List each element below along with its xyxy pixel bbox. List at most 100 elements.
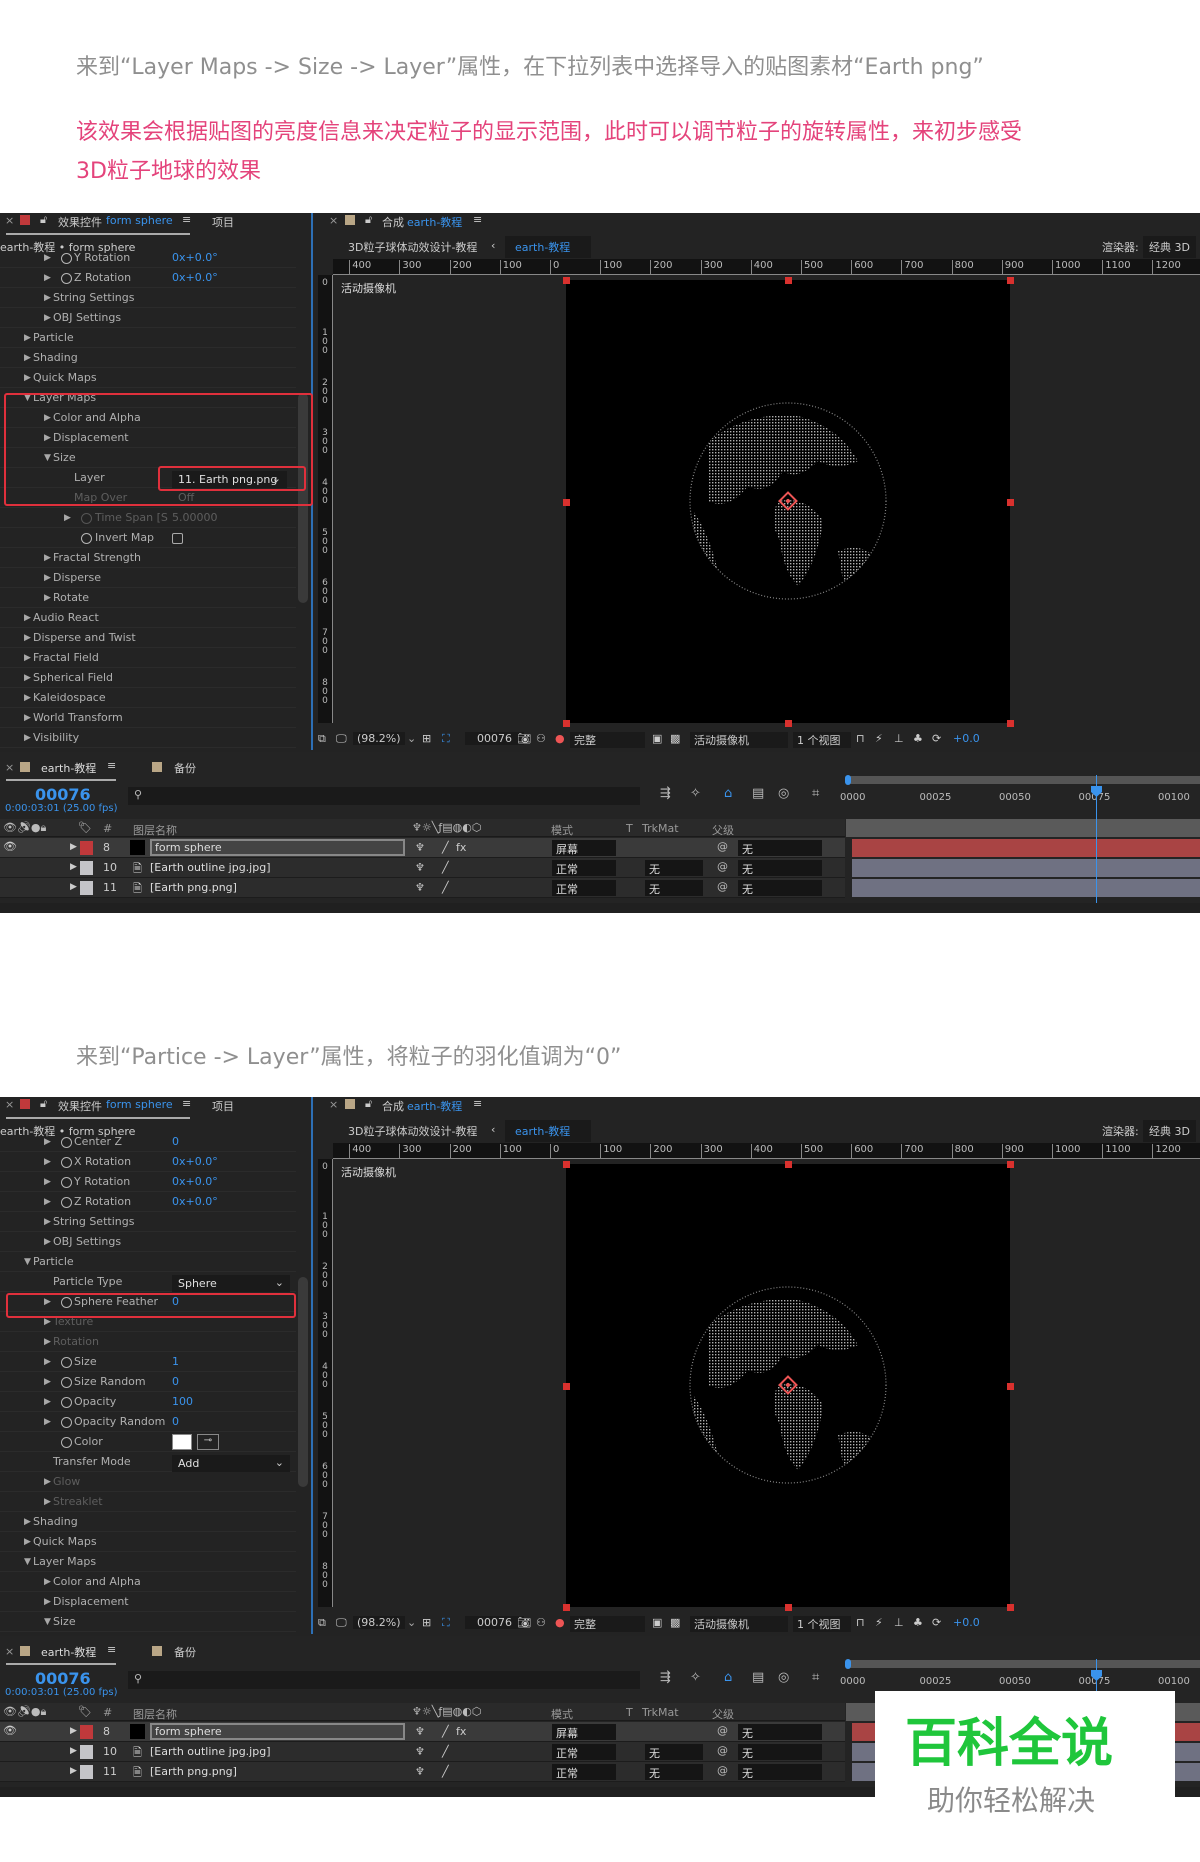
effect-row-displacement[interactable]: ▶ Displacement <box>0 1592 296 1612</box>
layer-bounds-handle[interactable] <box>1007 1161 1014 1168</box>
effect-row-z-rotation[interactable]: ▶ Z Rotation 0x+0.0° <box>0 268 296 288</box>
motion-blur-icon[interactable]: ◎ <box>778 1670 789 1685</box>
effect-row-spherical-field[interactable]: ▶ Spherical Field <box>0 668 296 688</box>
comp-tab-name[interactable]: earth-教程 <box>407 1098 462 1114</box>
shy-switch-icon[interactable]: ♆ <box>415 881 425 894</box>
effect-row-fractal-strength[interactable]: ▶ Fractal Strength <box>0 548 296 568</box>
shy-switch-icon[interactable]: ♆ <box>415 1765 425 1778</box>
disclosure-right-icon[interactable]: ▶ <box>44 1497 51 1507</box>
exposure-value[interactable]: +0.0 <box>953 732 980 745</box>
layer-duration-bar[interactable] <box>852 839 1200 857</box>
effect-row-particle[interactable]: ▼ Particle <box>0 1252 296 1272</box>
effect-row-center-z[interactable]: ▶ Center Z 0 <box>0 1137 296 1152</box>
breadcrumb-back-icon[interactable]: ‹ <box>491 239 495 252</box>
effect-row-audio-react[interactable]: ▶ Audio React <box>0 608 296 628</box>
panel-menu-icon[interactable]: ≡ <box>182 1097 191 1110</box>
transparency-grid-icon[interactable]: ▩ <box>670 1616 680 1629</box>
layer-bounds-handle[interactable] <box>1007 720 1014 727</box>
trkmat-dropdown[interactable]: 无 <box>645 1764 703 1780</box>
expand-layer-icon[interactable]: ▶ <box>70 862 77 872</box>
reset-exposure-icon[interactable]: ⟳ <box>932 732 941 745</box>
layer-bounds-handle[interactable] <box>563 1382 570 1390</box>
view-layout-dropdown[interactable]: 1 个视图 <box>793 1616 851 1632</box>
layer-bounds-handle[interactable] <box>563 720 570 727</box>
current-timecode[interactable]: 00076 <box>35 1669 91 1688</box>
reset-exposure-icon[interactable]: ⟳ <box>932 1616 941 1629</box>
layer-name[interactable]: form sphere <box>150 1723 405 1740</box>
work-area-bar[interactable] <box>846 776 1200 784</box>
layer-bounds-handle[interactable] <box>1007 498 1014 506</box>
panel-menu-icon[interactable]: ≡ <box>473 1097 482 1110</box>
disclosure-right-icon[interactable]: ▶ <box>64 513 71 523</box>
expand-layer-icon[interactable]: ▶ <box>70 882 77 892</box>
disclosure-right-icon[interactable]: ▶ <box>24 333 31 343</box>
effect-row-transfer-mode[interactable]: Transfer Mode Add ⌄ <box>0 1452 296 1472</box>
layer-bounds-handle[interactable] <box>1007 1382 1014 1390</box>
quality-switch-icon[interactable]: ╱ <box>442 1765 449 1778</box>
stopwatch-icon[interactable] <box>61 253 72 264</box>
expand-layer-icon[interactable]: ▶ <box>70 1746 77 1756</box>
horizontal-ruler[interactable]: 400 300 200 100 0 100 200 300 400 500 600 700 800 900… <box>333 1143 1200 1159</box>
layer-name[interactable]: [Earth outline jpg.jpg] <box>150 1745 270 1758</box>
stopwatch-icon[interactable] <box>61 1357 72 1368</box>
close-tab-icon[interactable]: × <box>329 1098 338 1111</box>
trkmat-dropdown[interactable] <box>622 1724 702 1740</box>
always-preview-icon[interactable]: ⧉ <box>318 1616 326 1630</box>
effect-row-color[interactable]: Color ⊸ <box>0 1432 296 1452</box>
effect-row-rotation[interactable]: ▶ Rotation <box>0 1332 296 1352</box>
effect-row-value[interactable]: 0 <box>172 1137 179 1148</box>
mask-visibility-icon[interactable]: ⛶ <box>442 732 450 746</box>
disclosure-right-icon[interactable]: ▶ <box>24 373 31 383</box>
quality-switch-icon[interactable]: ╱ <box>442 1745 449 1758</box>
disclosure-right-icon[interactable]: ▶ <box>44 253 51 263</box>
disclosure-down-icon[interactable]: ▼ <box>24 1557 31 1567</box>
effects-tab-layer[interactable]: form sphere <box>106 1098 173 1111</box>
comp-breadcrumb-current[interactable]: earth-教程 <box>505 236 591 258</box>
mode-dropdown[interactable]: 屏幕 <box>552 1724 616 1740</box>
always-preview-icon[interactable]: ⧉ <box>318 732 326 746</box>
effect-row-y-rotation[interactable]: ▶ Y Rotation 0x+0.0° <box>0 253 296 268</box>
disclosure-right-icon[interactable]: ▶ <box>44 1477 51 1487</box>
mode-dropdown[interactable]: 屏幕 <box>552 840 616 856</box>
stopwatch-icon[interactable] <box>61 1417 72 1428</box>
parent-dropdown[interactable]: 无 <box>738 840 822 856</box>
effects-switch[interactable]: fx <box>456 841 466 854</box>
panel-menu-icon[interactable]: ≡ <box>473 213 482 226</box>
current-timecode[interactable]: 00076 <box>35 785 91 804</box>
snapshot-icon[interactable]: 📷︎ <box>517 1616 531 1629</box>
effect-row-size[interactable]: ▶ Size 1 <box>0 1352 296 1372</box>
frame-blending-icon[interactable]: ▤ <box>752 1670 764 1685</box>
layer-bounds-handle[interactable] <box>785 720 792 727</box>
effect-row-invert-map[interactable]: Invert Map <box>0 528 296 548</box>
timeline-tab[interactable]: earth-教程 <box>41 1644 96 1660</box>
close-tab-icon[interactable]: × <box>329 214 338 227</box>
backup-tab[interactable]: 备份 <box>174 760 196 776</box>
layer-name[interactable]: [Earth png.png] <box>150 881 237 894</box>
effect-row-streaklet[interactable]: ▶ Streaklet <box>0 1492 296 1512</box>
layer-duration-bar[interactable] <box>852 879 1200 897</box>
effect-row-shading[interactable]: ▶ Shading <box>0 1512 296 1532</box>
parent-dropdown[interactable]: 无 <box>738 1724 822 1740</box>
visibility-eye-icon[interactable]: 👁︎ <box>3 1724 17 1737</box>
shy-switch-icon[interactable]: ♆ <box>415 1745 425 1758</box>
mode-dropdown[interactable]: 正常 <box>552 1764 616 1780</box>
effect-row-size-random[interactable]: ▶ Size Random 0 <box>0 1372 296 1392</box>
layer-row[interactable]: ▶ 10 🗎︎ [Earth outline jpg.jpg] ♆ ╱ 正常 无 @ 无 <box>0 858 845 878</box>
disclosure-right-icon[interactable]: ▶ <box>24 1517 31 1527</box>
quality-switch-icon[interactable]: ╱ <box>442 841 449 854</box>
disclosure-right-icon[interactable]: ▶ <box>44 593 51 603</box>
show-snapshot-icon[interactable]: ⚇ <box>536 732 546 745</box>
parent-dropdown[interactable]: 无 <box>738 860 822 876</box>
disclosure-right-icon[interactable]: ▶ <box>24 1537 31 1547</box>
layer-name[interactable]: [Earth outline jpg.jpg] <box>150 861 270 874</box>
pick-whip-icon[interactable]: @ <box>717 840 728 853</box>
effect-row-fractal-field[interactable]: ▶ Fractal Field <box>0 648 296 668</box>
graph-editor-icon[interactable]: ⌗ <box>812 786 819 801</box>
expand-layer-icon[interactable]: ▶ <box>70 1766 77 1776</box>
shy-layers-icon[interactable]: ⌂ <box>724 786 732 801</box>
disclosure-right-icon[interactable]: ▶ <box>44 273 51 283</box>
stopwatch-icon[interactable] <box>61 1157 72 1168</box>
effect-row-value[interactable]: 0x+0.0° <box>172 253 218 264</box>
disclosure-right-icon[interactable]: ▶ <box>44 1337 51 1347</box>
disclosure-down-icon[interactable]: ▼ <box>44 1617 51 1627</box>
